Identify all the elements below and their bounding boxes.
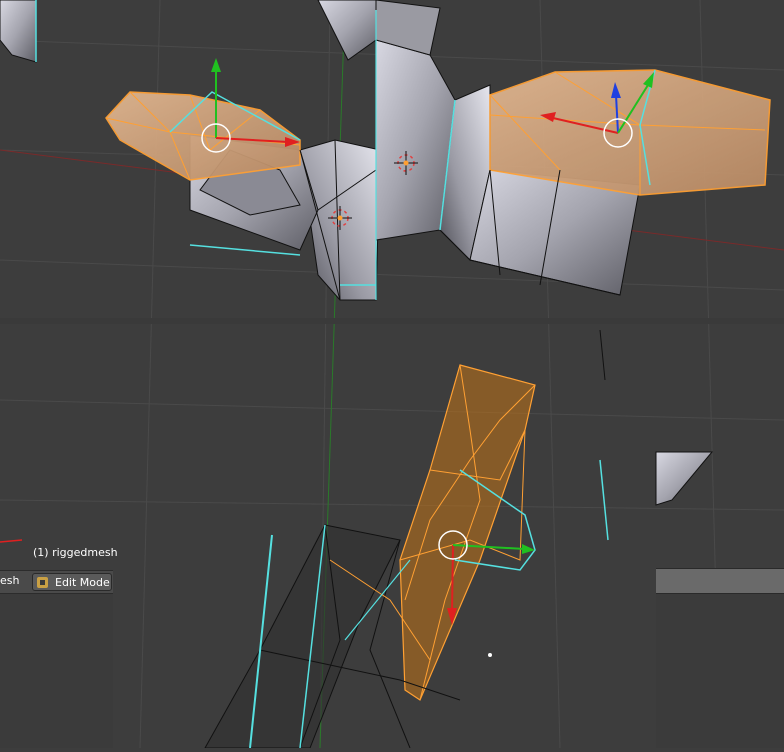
edit-mode-icon bbox=[37, 577, 48, 588]
mesh-body-right bbox=[375, 0, 771, 300]
3d-viewport[interactable]: (1) riggedmesh esh Edit Mode bbox=[0, 0, 784, 749]
mesh-arm-left bbox=[105, 0, 381, 301]
object-info-label: (1) riggedmesh bbox=[33, 546, 118, 559]
panel-divider bbox=[0, 318, 784, 324]
axis-indicator bbox=[0, 539, 23, 543]
header-menu-mesh[interactable]: esh bbox=[0, 574, 19, 587]
mesh-limb-bottom bbox=[204, 364, 536, 749]
viewport-canvas[interactable] bbox=[0, 0, 784, 749]
right-dark-panel bbox=[656, 592, 784, 748]
mode-select-button[interactable]: Edit Mode bbox=[32, 573, 112, 591]
mode-select-label: Edit Mode bbox=[55, 576, 110, 589]
mesh-fragment-right bbox=[655, 451, 714, 506]
viewport-header-bar: esh Edit Mode bbox=[0, 570, 113, 594]
mesh-fragment-top-left bbox=[0, 0, 37, 63]
left-dark-panel bbox=[0, 592, 113, 748]
viewport-header-bar-right bbox=[656, 568, 784, 594]
